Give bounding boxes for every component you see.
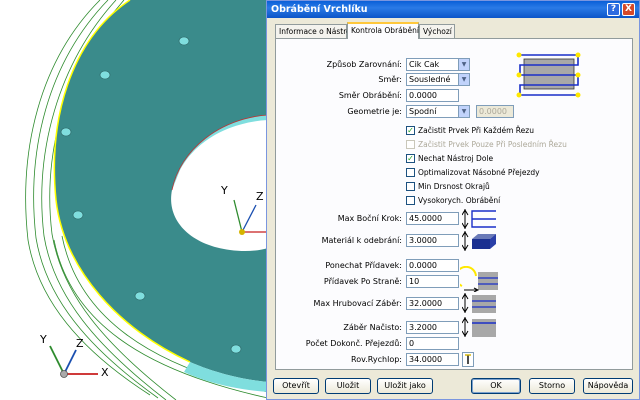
checkbox-box	[406, 168, 415, 177]
axis-triad-origin	[49, 345, 98, 378]
finish-passes-label: Počet Dokonč. Přejezdů:	[305, 339, 402, 348]
material-stock-icon	[462, 231, 496, 251]
chevron-down-icon: ▼	[458, 106, 469, 117]
open-button[interactable]: Otevřít	[273, 378, 319, 394]
direction-label: Směr:	[378, 75, 402, 84]
material-input[interactable]: 3.0000	[406, 234, 459, 247]
axis-label-y-origin: Y	[40, 333, 47, 346]
max-stepover-input[interactable]: 45.0000	[406, 212, 459, 225]
close-icon[interactable]: X	[622, 3, 635, 16]
checkbox-min-edge-roughness[interactable]: Min Drsnost Okrajů	[406, 182, 490, 191]
leave-stock-label: Ponechat Přídavek:	[325, 261, 402, 270]
save-button[interactable]: Uložit	[325, 378, 371, 394]
finish-depth-icon	[462, 317, 496, 337]
checkbox-box	[406, 140, 415, 149]
side-stock-input[interactable]: 10	[406, 275, 459, 288]
ok-button[interactable]: OK	[471, 378, 521, 394]
side-stock-label: Přídavek Po Straně:	[323, 277, 402, 286]
axis-label-z-center: Z	[256, 190, 264, 203]
finish-depth-input[interactable]: 3.2000	[406, 321, 459, 334]
machining-angle-input[interactable]: 0.0000	[406, 89, 459, 102]
tab-panel-machining-control: Způsob Zarovnání: Cik Cak ▼ Směr: Sousled…	[275, 38, 633, 370]
tab-tool-info[interactable]: Informace o Nástroji	[275, 24, 355, 38]
geometry-offset-input: 0.0000	[476, 105, 514, 118]
direction-select[interactable]: Sousledné ▼	[406, 73, 470, 86]
checkbox-optimize-passes[interactable]: Optimalizovat Násobné Přejezdy	[406, 168, 540, 177]
alignment-label: Způsob Zarovnání:	[326, 60, 402, 69]
alignment-select[interactable]: Cik Cak ▼	[406, 58, 470, 71]
help-icon[interactable]: ?	[607, 3, 620, 16]
chevron-down-icon: ▼	[458, 74, 469, 85]
geometry-label: Geometrie je:	[347, 107, 402, 116]
checkbox-high-speed[interactable]: Vysokorych. Obrábění	[406, 196, 500, 205]
stepover-icon	[462, 209, 496, 229]
max-rough-depth-input[interactable]: 32.0000	[406, 297, 459, 310]
chevron-down-icon: ▼	[458, 59, 469, 70]
rapid-plane-icon[interactable]	[462, 352, 474, 367]
rough-depth-icon	[462, 293, 496, 313]
checkbox-box: ✓	[406, 154, 415, 163]
rapid-plane-label: Rov.Rychlop:	[351, 355, 402, 364]
geometry-select[interactable]: Spodní ▼	[406, 105, 470, 118]
finish-depth-label: Záběr Načisto:	[343, 323, 402, 332]
axis-label-z-origin: Z	[76, 337, 84, 350]
checkbox-box	[406, 182, 415, 191]
material-label: Materiál k odebrání:	[321, 236, 402, 245]
axis-label-x-origin: X	[101, 366, 109, 379]
checkbox-clean-each-cut[interactable]: ✓ Začistit Prvek Při Každém Řezu	[406, 126, 534, 135]
help-button[interactable]: Nápověda	[583, 378, 633, 394]
side-stock-icon	[460, 266, 498, 292]
max-stepover-label: Max Boční Krok:	[337, 214, 402, 223]
axis-label-y-center: Y	[221, 184, 228, 197]
leave-stock-input[interactable]: 0.0000	[406, 259, 459, 272]
tab-defaults[interactable]: Výchozí	[419, 24, 455, 38]
cancel-button[interactable]: Storno	[529, 378, 575, 394]
rapid-plane-input[interactable]: 34.0000	[406, 353, 459, 366]
checkbox-box	[406, 196, 415, 205]
checkbox-clean-last-cut: Začistit Prvek Pouze Při Posledním Řezu	[406, 140, 567, 149]
save-as-button[interactable]: Uložit jako	[377, 378, 433, 394]
machining-dialog: Obrábění Vrchlíku ? X Informace o Nástro…	[266, 0, 640, 400]
checkbox-box: ✓	[406, 126, 415, 135]
cad-viewport[interactable]: Y Z Y Z X	[0, 0, 268, 400]
finish-passes-input[interactable]: 0	[406, 337, 459, 350]
machining-angle-label: Směr Obrábění:	[338, 91, 402, 100]
max-rough-depth-label: Max Hrubovací Záběr:	[313, 299, 402, 308]
dialog-titlebar[interactable]: Obrábění Vrchlíku	[267, 1, 639, 18]
dialog-title: Obrábění Vrchlíku	[271, 4, 368, 15]
zigzag-preview-icon	[516, 49, 582, 101]
checkbox-keep-tool-down[interactable]: ✓ Nechat Nástroj Dole	[406, 154, 493, 163]
tab-machining-control[interactable]: Kontrola Obrábění	[347, 22, 419, 39]
